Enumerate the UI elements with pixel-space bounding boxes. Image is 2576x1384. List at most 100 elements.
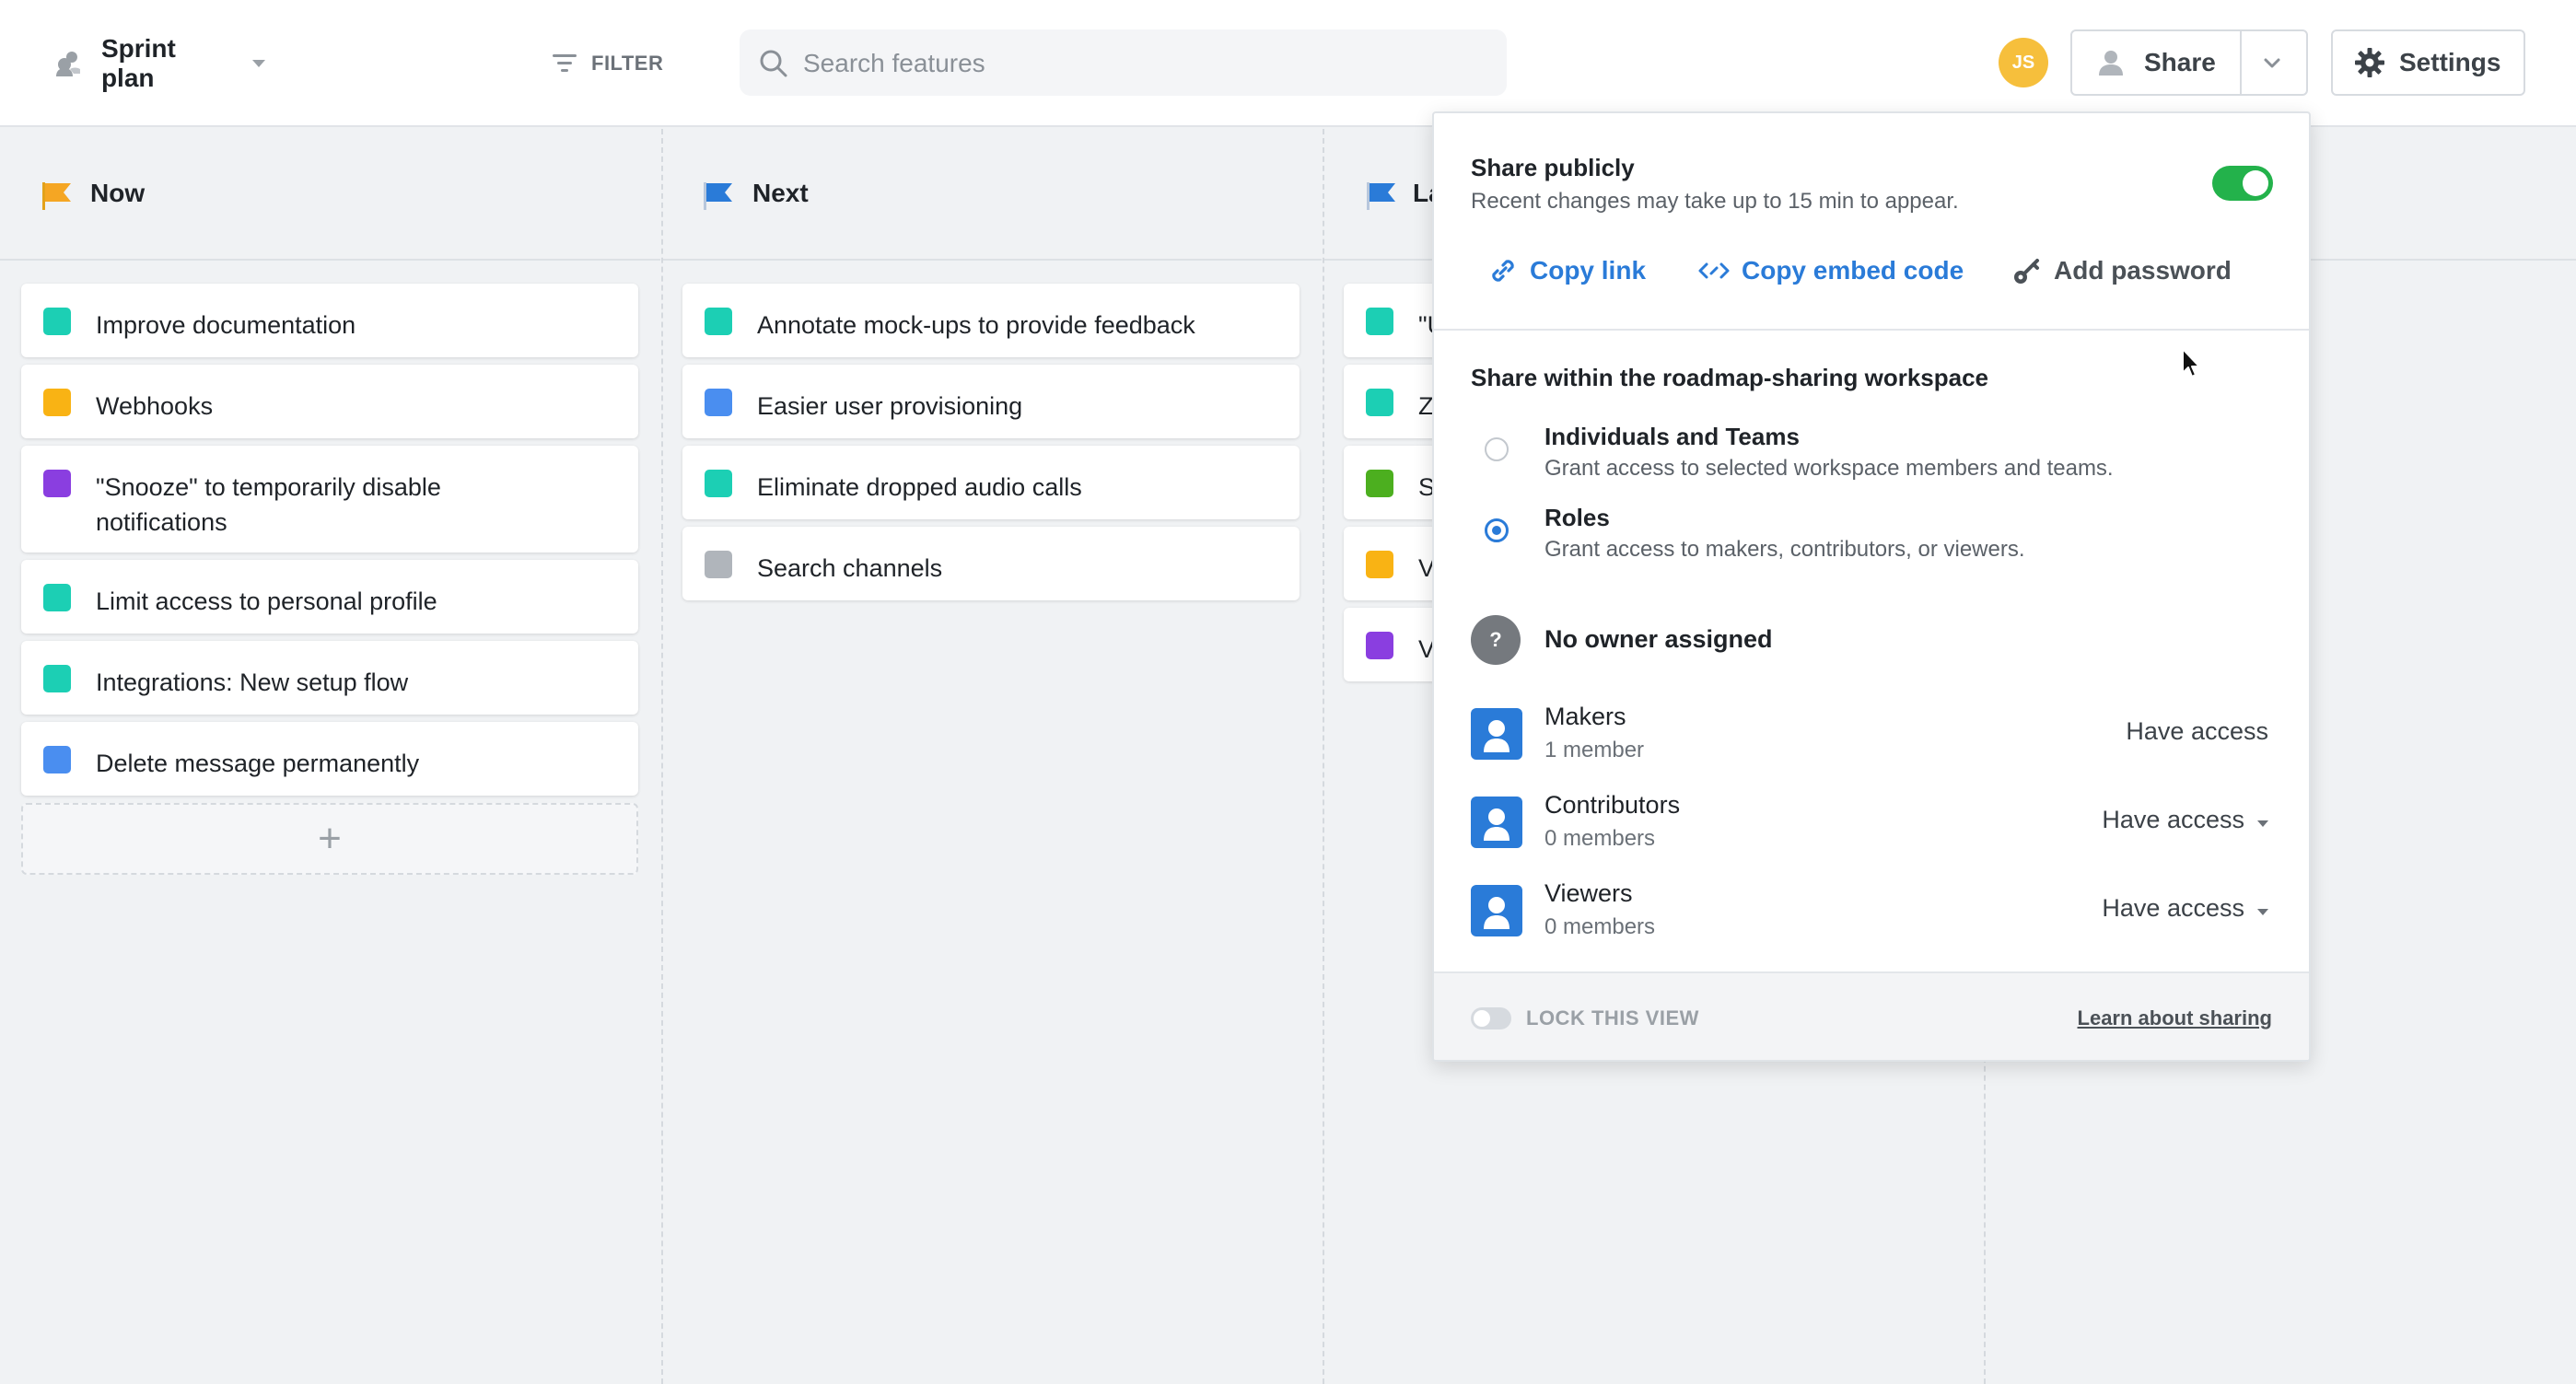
feature-card[interactable]: Eliminate dropped audio calls (682, 446, 1300, 519)
option-title: Individuals and Teams (1544, 423, 1800, 450)
status-color-square (43, 308, 71, 335)
copy-link-label: Copy link (1530, 256, 1647, 285)
status-color-square (705, 389, 732, 416)
feature-title: Delete message permanently (96, 750, 420, 777)
role-member-count: 1 member (1544, 738, 1645, 762)
copy-embed-code-button[interactable]: Copy embed code (1697, 255, 1964, 286)
role-access-label: Have access (2126, 717, 2268, 745)
feature-title: Search channels (757, 554, 943, 582)
filter-icon (553, 54, 577, 72)
owner-label: No owner assigned (1544, 625, 1773, 653)
role-access-label: Have access (2102, 894, 2244, 922)
status-color-square (1366, 308, 1393, 335)
gear-icon (2355, 48, 2384, 77)
radio-roles[interactable] (1485, 518, 1509, 542)
search-icon (760, 50, 787, 77)
option-subtitle: Grant access to makers, contributors, or… (1544, 537, 2025, 562)
search-box (740, 29, 1507, 98)
role-user-icon (1471, 708, 1522, 760)
feature-card[interactable]: Search channels (682, 527, 1300, 600)
flag-icon (42, 182, 71, 210)
status-color-square (43, 470, 71, 497)
status-color-square (705, 470, 732, 497)
chevron-down-icon (252, 60, 265, 67)
feature-title: "Snooze" to temporarily disable notifica… (96, 473, 441, 536)
feature-title: Easier user provisioning (757, 392, 1023, 420)
role-row-viewers: Viewers 0 members Have access (1434, 872, 2309, 949)
share-publicly-title: Share publicly (1471, 154, 1635, 181)
status-color-square (43, 665, 71, 692)
column-divider (661, 129, 663, 1384)
share-button[interactable]: Share (2070, 29, 2308, 96)
status-color-square (1366, 551, 1393, 578)
feature-title: Integrations: New setup flow (96, 669, 409, 696)
settings-button[interactable]: Settings (2331, 29, 2525, 96)
feature-card[interactable]: Limit access to personal profile (21, 560, 638, 634)
toggle-knob (1474, 1010, 1490, 1027)
add-password-button[interactable]: Add password (2011, 255, 2232, 286)
feature-title: Improve documentation (96, 311, 356, 339)
avatar[interactable]: JS (1999, 38, 2048, 87)
role-access-dropdown[interactable]: Have access (2102, 894, 2268, 923)
toggle-knob (2243, 170, 2268, 196)
feature-title: Eliminate dropped audio calls (757, 473, 1082, 501)
status-color-square (1366, 470, 1393, 497)
add-card-button[interactable]: + (21, 803, 638, 875)
role-user-icon (1471, 797, 1522, 848)
column-divider (1323, 129, 1324, 1384)
feature-card[interactable]: "Snooze" to temporarily disable notifica… (21, 446, 638, 552)
feature-title: Annotate mock-ups to provide feedback (757, 311, 1195, 339)
status-color-square (705, 551, 732, 578)
copy-link-button[interactable]: Copy link (1487, 255, 1646, 286)
column-title: Now (90, 179, 146, 207)
filter-label: FILTER (591, 52, 664, 75)
role-name: Makers (1544, 703, 1626, 730)
add-password-label: Add password (2054, 256, 2232, 285)
feature-title: Limit access to personal profile (96, 587, 437, 615)
lock-view-toggle[interactable] (1471, 1007, 1511, 1029)
feature-title: Webhooks (96, 392, 214, 420)
role-access-dropdown[interactable]: Have access (2102, 806, 2268, 834)
mouse-cursor-icon (2182, 348, 2200, 378)
key-icon (2014, 259, 2039, 284)
role-name: Viewers (1544, 879, 1633, 907)
role-row-makers: Makers 1 member Have access (1434, 695, 2309, 773)
feature-card[interactable]: Easier user provisioning (682, 365, 1300, 438)
share-divider (2240, 31, 2242, 94)
status-color-square (43, 389, 71, 416)
flag-icon (1367, 182, 1395, 210)
status-color-square (43, 746, 71, 773)
role-member-count: 0 members (1544, 826, 1656, 851)
search-input[interactable] (801, 29, 1486, 98)
radio-individuals-teams[interactable] (1485, 437, 1509, 461)
share-publicly-subtitle: Recent changes may take up to 15 min to … (1471, 189, 1959, 214)
sprint-plan-icon (55, 52, 80, 76)
feature-card[interactable]: Annotate mock-ups to provide feedback (682, 284, 1300, 357)
status-color-square (705, 308, 732, 335)
status-color-square (43, 584, 71, 611)
feature-card[interactable]: Integrations: New setup flow (21, 641, 638, 715)
column-title: Next (752, 179, 809, 207)
feature-card[interactable]: Webhooks (21, 365, 638, 438)
share-panel-footer: LOCK THIS VIEW Learn about sharing (1434, 971, 2309, 1060)
share-publicly-toggle[interactable] (2212, 166, 2273, 201)
link-icon (1492, 260, 1514, 282)
column-header-next: Next (663, 129, 1322, 261)
role-user-icon (1471, 885, 1522, 936)
top-bar: Sprint plan FILTER JS Share (0, 0, 2576, 127)
filter-button[interactable]: FILTER (551, 46, 663, 81)
plus-icon: + (318, 816, 342, 861)
chevron-down-icon (2257, 820, 2268, 828)
chevron-down-icon (2257, 909, 2268, 916)
plan-selector[interactable]: Sprint plan (53, 34, 265, 92)
chevron-down-icon[interactable] (2261, 52, 2283, 74)
embed-code-icon (1698, 262, 1730, 279)
settings-label: Settings (2399, 48, 2501, 76)
role-name: Contributors (1544, 791, 1681, 819)
learn-about-sharing-link[interactable]: Learn about sharing (2078, 1006, 2272, 1030)
feature-card[interactable]: Delete message permanently (21, 722, 638, 796)
role-member-count: 0 members (1544, 914, 1656, 939)
column-header-now: Now (0, 129, 660, 261)
feature-card[interactable]: Improve documentation (21, 284, 638, 357)
plan-title: Sprint plan (100, 34, 176, 92)
